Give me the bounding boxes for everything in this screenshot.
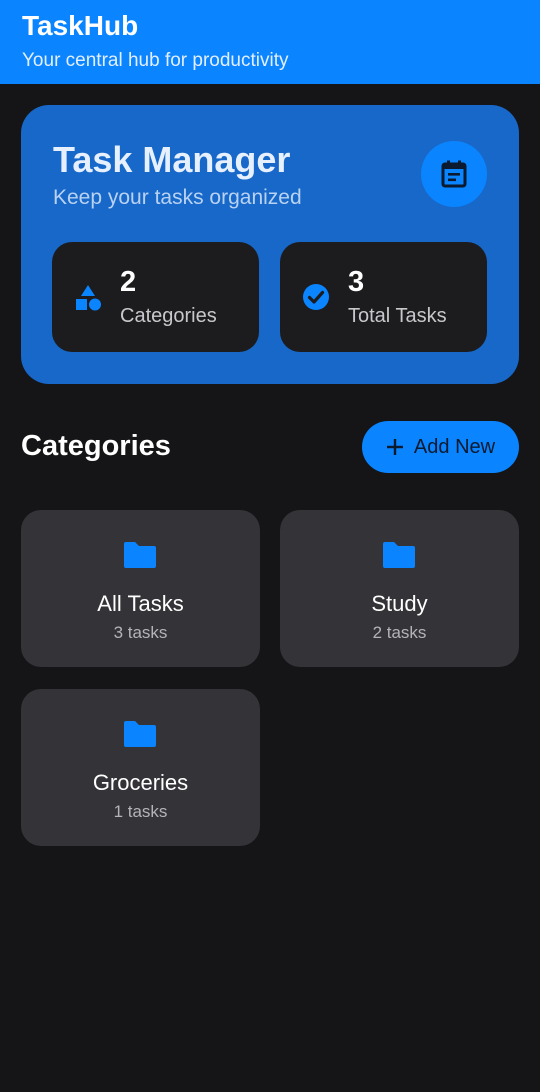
folder-icon bbox=[124, 721, 156, 747]
hero-subtitle: Keep your tasks organized bbox=[53, 186, 302, 209]
category-card-study[interactable]: Study 2 tasks bbox=[280, 510, 519, 667]
add-new-label: Add New bbox=[413, 435, 496, 458]
task-manager-card: Task Manager Keep your tasks organized 2… bbox=[21, 105, 519, 384]
add-new-button[interactable]: Add New bbox=[362, 421, 519, 473]
app-bar: TaskHub Your central hub for productivit… bbox=[0, 0, 540, 84]
hero-title: Task Manager bbox=[53, 139, 291, 180]
check-circle-icon bbox=[303, 284, 329, 310]
category-task-count: 1 tasks bbox=[113, 802, 168, 821]
app-subtitle: Your central hub for productivity bbox=[22, 50, 289, 71]
category-task-count: 2 tasks bbox=[372, 623, 427, 642]
shapes-icon bbox=[76, 285, 101, 311]
plus-icon bbox=[386, 438, 404, 456]
categories-label: Categories bbox=[120, 305, 217, 327]
category-task-count: 3 tasks bbox=[113, 623, 168, 642]
category-name: Study bbox=[371, 591, 428, 616]
app-title: TaskHub bbox=[22, 10, 139, 41]
stat-card-categories: 2 Categories bbox=[52, 242, 259, 352]
calendar-icon bbox=[441, 160, 467, 188]
stat-card-total-tasks: 3 Total Tasks bbox=[280, 242, 487, 352]
folder-icon bbox=[124, 542, 156, 568]
category-card-groceries[interactable]: Groceries 1 tasks bbox=[21, 689, 260, 846]
categories-heading: Categories bbox=[21, 430, 171, 462]
folder-icon bbox=[383, 542, 415, 568]
calendar-button[interactable] bbox=[421, 141, 487, 207]
total-tasks-count: 3 bbox=[348, 266, 365, 298]
category-name: All Tasks bbox=[97, 591, 184, 616]
category-card-all-tasks[interactable]: All Tasks 3 tasks bbox=[21, 510, 260, 667]
categories-count: 2 bbox=[120, 266, 137, 298]
category-name: Groceries bbox=[92, 770, 189, 795]
total-tasks-label: Total Tasks bbox=[348, 305, 447, 327]
